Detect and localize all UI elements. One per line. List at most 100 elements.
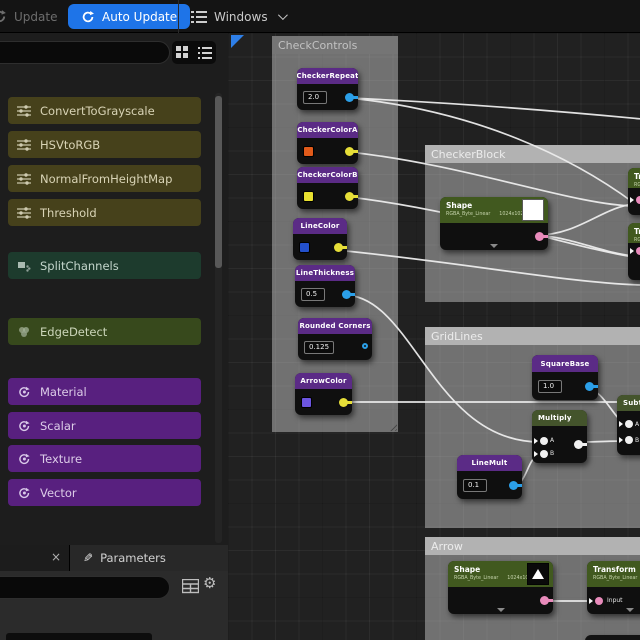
input-label: B [550, 450, 555, 457]
palette-scrollbar-thumb[interactable] [215, 96, 222, 268]
output-port[interactable] [345, 191, 358, 201]
node-graph-canvas[interactable]: CheckControls CheckerBlock GridLines Arr… [228, 33, 640, 640]
palette-item-vector[interactable]: Vector [8, 479, 201, 506]
collapse-chevron-icon[interactable] [496, 608, 505, 612]
refresh-icon [0, 10, 6, 23]
node-squarebase[interactable]: SquareBase 1.0 [532, 355, 598, 400]
group-header[interactable]: GridLines [425, 327, 640, 345]
input-port-b[interactable] [619, 436, 633, 444]
node-shape-checker[interactable]: Shape RGBA_Byte_Linear 1024x1024 [440, 197, 548, 250]
node-subtract[interactable]: Subtract A B [617, 395, 640, 455]
auto-update-button[interactable]: Auto Update [68, 4, 191, 29]
node-multiply[interactable]: Multiply A B [532, 410, 587, 463]
group-header[interactable]: Arrow [425, 537, 640, 555]
node-arrowcolor[interactable]: ArrowColor [295, 373, 352, 415]
app-window: Update Auto Update Windows ConvertToGray… [0, 0, 640, 640]
value-field[interactable]: 0.5 [301, 287, 325, 301]
palette-search-input[interactable] [0, 41, 170, 64]
palette-item-threshold[interactable]: Threshold [8, 199, 201, 226]
output-port[interactable] [574, 440, 587, 449]
input-port-b[interactable] [534, 449, 548, 458]
color-swatch[interactable] [301, 396, 312, 408]
palette-item-normalfromheightmap[interactable]: NormalFromHeightMap [8, 165, 201, 192]
palette-item-edgedetect[interactable]: EdgeDetect [8, 318, 201, 345]
output-port[interactable] [345, 146, 358, 156]
collapse-chevron-icon[interactable] [490, 244, 498, 248]
palette-item-label: EdgeDetect [40, 324, 108, 339]
group-header[interactable]: CheckerBlock [425, 145, 640, 163]
node-preview-thumbnail[interactable] [527, 563, 549, 585]
node-title: LineThickness [295, 265, 355, 281]
node-checkerrepeat[interactable]: CheckerRepeat 2.0 [297, 68, 358, 110]
node-partial-bottom[interactable] [585, 635, 640, 640]
input-port[interactable] [630, 196, 640, 204]
node-title: CheckerColorA [297, 122, 358, 138]
palette-item-label: ConvertToGrayscale [40, 103, 155, 118]
update-button[interactable]: Update [0, 0, 57, 33]
output-port[interactable] [345, 92, 358, 102]
palette-item-material[interactable]: Material [8, 378, 201, 405]
color-swatch[interactable] [299, 241, 310, 253]
input-label: A [550, 437, 555, 444]
palette-item-texture[interactable]: Texture [8, 445, 201, 472]
palette-item-label: Vector [40, 485, 77, 500]
output-port[interactable] [535, 232, 548, 241]
output-port[interactable] [334, 242, 347, 252]
group-header[interactable]: CheckControls [272, 36, 398, 54]
color-swatch[interactable] [303, 145, 314, 157]
node-preview-thumbnail[interactable] [522, 199, 544, 221]
output-port[interactable] [339, 397, 352, 407]
value-field[interactable]: 0.125 [304, 340, 335, 354]
parameters-search-input[interactable] [0, 576, 170, 599]
node-roundedcorners[interactable]: Rounded Corners 0.125 [298, 318, 372, 360]
palette-item-converttograyscale[interactable]: ConvertToGrayscale [8, 97, 201, 124]
node-title: Transform [593, 565, 636, 574]
output-port-unconnected[interactable] [362, 343, 368, 349]
input-port[interactable] [630, 247, 640, 255]
windows-menu-button[interactable]: Windows [191, 0, 288, 33]
list-view-icon[interactable] [197, 46, 212, 59]
node-header: Transform RGBA_Byte_Linear 1024x1024 [587, 561, 640, 587]
value-field[interactable]: 1.0 [538, 379, 562, 393]
input-port[interactable]: Input [589, 596, 623, 605]
color-swatch[interactable] [303, 190, 314, 202]
node-linethickness[interactable]: LineThickness 0.5 [295, 265, 355, 307]
node-title: CheckerRepeat [297, 68, 358, 84]
palette-item-splitchannels[interactable]: SplitChannels [8, 252, 201, 279]
node-transform-arrow[interactable]: Transform RGBA_Byte_Linear 1024x1024 Inp… [587, 561, 640, 614]
parameter-row-partial [6, 633, 152, 640]
palette-scrollbar[interactable] [215, 93, 222, 543]
output-port[interactable] [540, 596, 553, 605]
node-transform-top2[interactable]: Transform RGBA_Byte_Linear [628, 223, 640, 280]
palette-item-hsvtorgb[interactable]: HSVtoRGB [8, 131, 201, 158]
toolbar: Update Auto Update Windows [0, 0, 640, 33]
tab-parameters[interactable]: ✎ Parameters [70, 545, 228, 571]
collapse-chevron-icon[interactable] [625, 608, 634, 612]
close-icon[interactable]: × [51, 550, 61, 564]
output-port[interactable] [509, 480, 522, 490]
input-port-a[interactable] [619, 420, 633, 428]
value-field[interactable]: 0.1 [463, 478, 487, 492]
parameter-icon [19, 453, 30, 464]
node-checkercolorb[interactable]: CheckerColorB [297, 167, 358, 209]
refresh-icon [82, 10, 94, 22]
node-title: Transform [634, 227, 640, 236]
gear-icon[interactable]: ⚙ [203, 574, 216, 592]
palette-item-label: SplitChannels [40, 258, 119, 273]
palette-item-label: Scalar [40, 418, 76, 433]
grid-view-icon[interactable] [176, 46, 189, 59]
node-transform-top1[interactable]: Transform RGBA_Byte_Linear [628, 168, 640, 215]
node-shape-arrow[interactable]: Shape RGBA_Byte_Linear 1024x1024 [448, 561, 553, 614]
value-field[interactable]: 2.0 [303, 90, 327, 104]
tab-current[interactable]: × [0, 545, 70, 571]
node-linemult[interactable]: LineMult 0.1 [457, 455, 522, 499]
node-checkercolora[interactable]: CheckerColorA [297, 122, 358, 164]
palette-item-scalar[interactable]: Scalar [8, 412, 201, 439]
output-port[interactable] [342, 289, 355, 299]
input-port-a[interactable] [534, 436, 548, 445]
table-icon[interactable] [182, 579, 199, 594]
node-format: RGBA_Byte_Linear [446, 212, 491, 217]
node-format: RGBA_Byte_Linear [634, 183, 640, 188]
node-linecolor[interactable]: LineColor [293, 218, 347, 260]
output-port[interactable] [585, 381, 598, 391]
